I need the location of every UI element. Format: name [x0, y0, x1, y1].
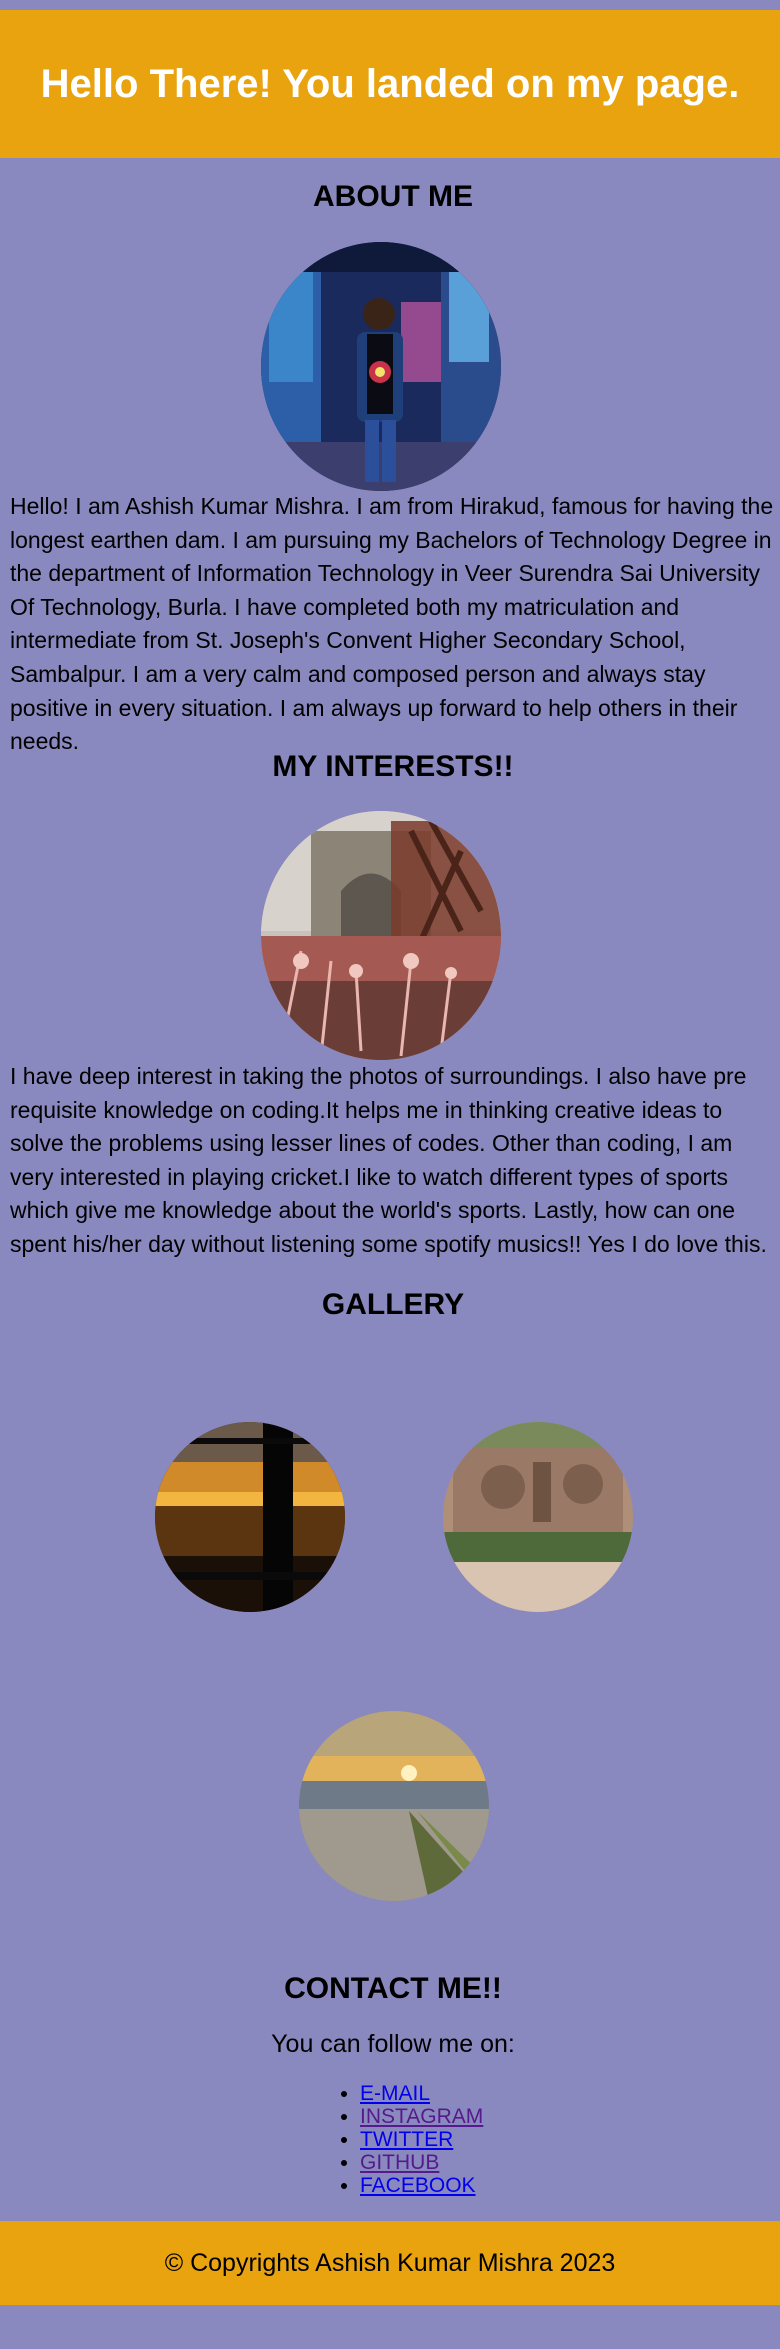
interests-title: MY INTERESTS!!	[272, 750, 514, 783]
page-footer: © Copyrights Ashish Kumar Mishra 2023	[0, 2221, 780, 2305]
list-item: FACEBOOK	[360, 2174, 483, 2197]
list-item: TWITTER	[360, 2128, 483, 2151]
facebook-link[interactable]: FACEBOOK	[360, 2174, 476, 2197]
social-links-list: E-MAIL INSTAGRAM TWITTER GITHUB FACEBOOK	[337, 2082, 483, 2197]
gallery-photo-stone-carving	[443, 1422, 633, 1612]
copyright-text: © Copyrights Ashish Kumar Mishra 2023	[164, 2248, 616, 2277]
page-title: Hello There! You landed on my page.	[40, 61, 740, 106]
interests-photo	[261, 811, 501, 1060]
interests-text: I have deep interest in taking the photo…	[10, 1063, 767, 1257]
github-link[interactable]: GITHUB	[360, 2151, 439, 2174]
email-link[interactable]: E-MAIL	[360, 2082, 430, 2105]
profile-photo	[261, 242, 501, 491]
page-header: Hello There! You landed on my page.	[0, 10, 780, 158]
gallery-photo-dam-sunset	[299, 1711, 489, 1901]
gallery-photo-sunset-window	[155, 1422, 345, 1612]
list-item: E-MAIL	[360, 2082, 483, 2105]
about-title: ABOUT ME	[313, 180, 473, 213]
gallery-title: GALLERY	[321, 1288, 465, 1321]
about-text: Hello! I am Ashish Kumar Mishra. I am fr…	[10, 493, 774, 755]
list-item: INSTAGRAM	[360, 2105, 483, 2128]
list-item: GITHUB	[360, 2151, 483, 2174]
contact-subtitle: You can follow me on:	[271, 2030, 515, 2058]
twitter-link[interactable]: TWITTER	[360, 2128, 453, 2151]
instagram-link[interactable]: INSTAGRAM	[360, 2105, 483, 2128]
contact-title: CONTACT ME!!	[284, 1972, 502, 2005]
